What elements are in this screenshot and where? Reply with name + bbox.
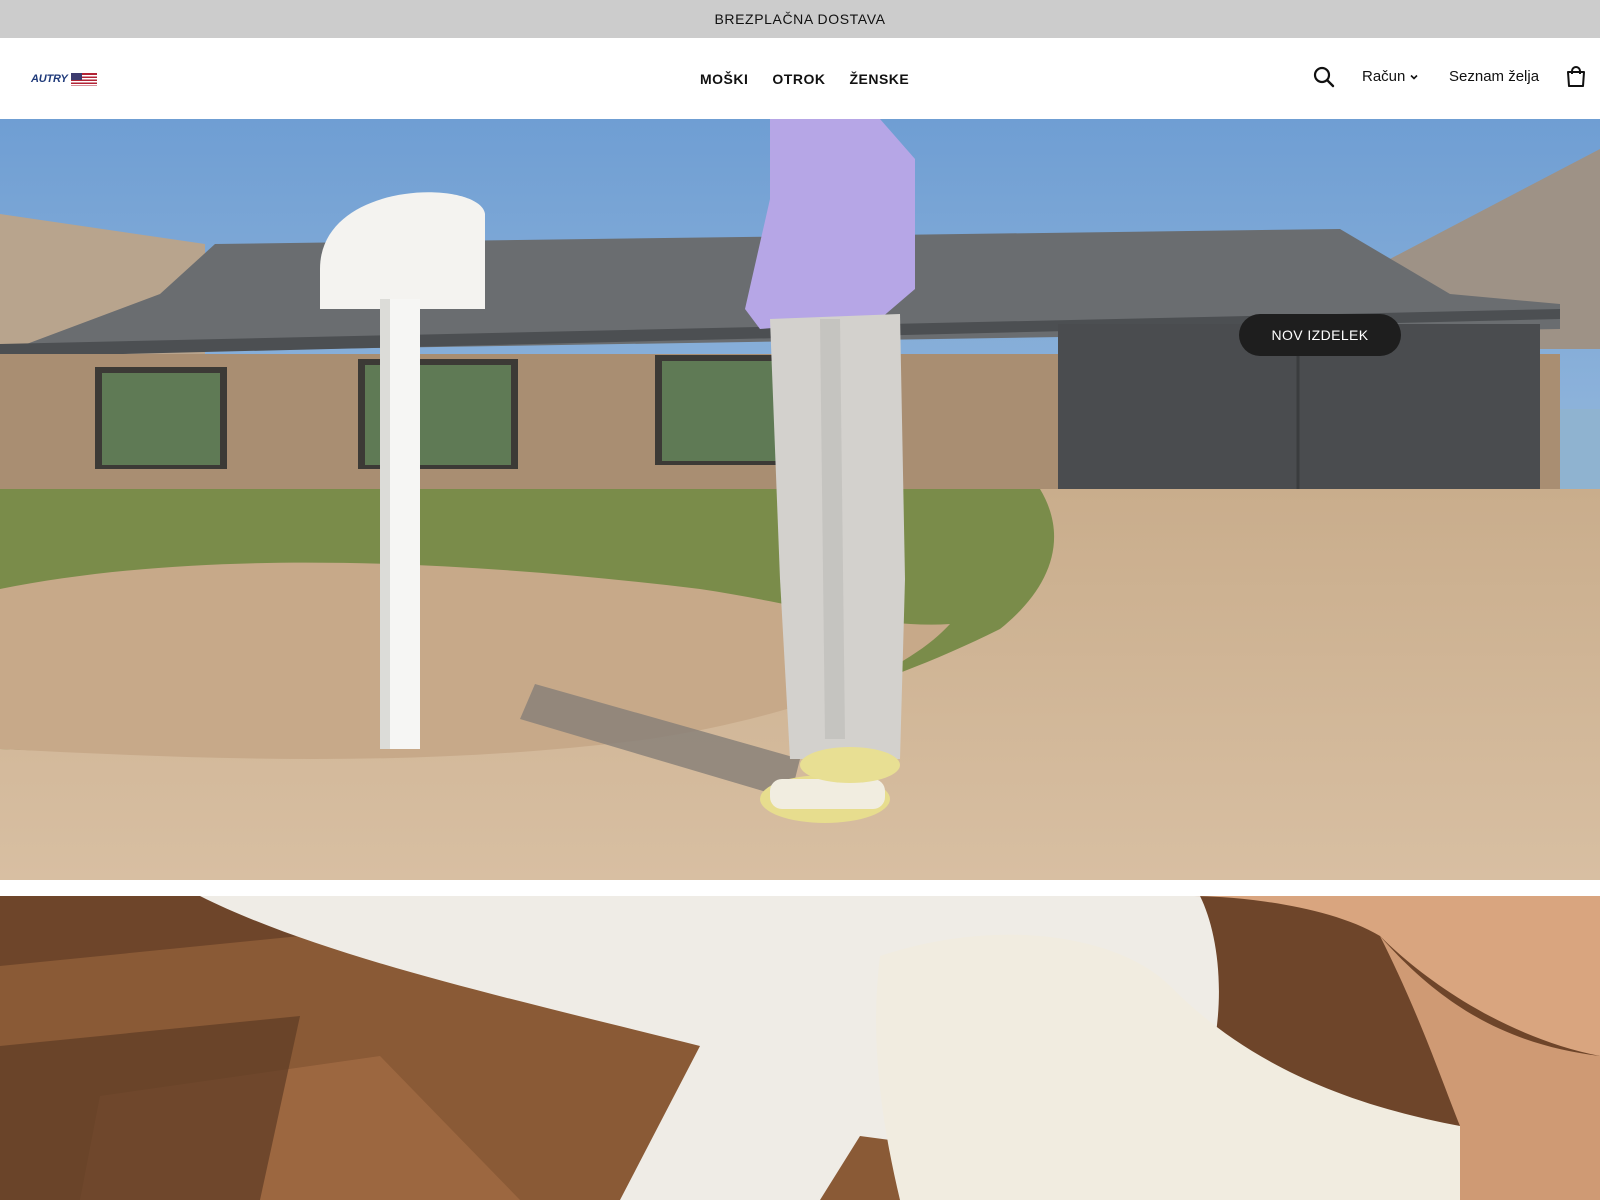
site-header: AUTRY MOŠKI OTROK ŽENSKE Račun Seznam že… (0, 38, 1600, 119)
hero-banner[interactable]: NOV IZDELEK (0, 119, 1600, 880)
account-label: Račun (1362, 68, 1406, 85)
search-icon[interactable] (1313, 66, 1335, 88)
account-menu[interactable]: Račun (1362, 68, 1419, 85)
nav-item-zenske[interactable]: ŽENSKE (849, 71, 909, 87)
logo-text: AUTRY (31, 72, 68, 85)
nav-item-moski[interactable]: MOŠKI (700, 71, 748, 87)
header-utilities: Račun Seznam želja (1200, 38, 1600, 119)
chevron-down-icon (1410, 74, 1418, 80)
socks-image (0, 896, 1600, 1200)
main-nav: MOŠKI OTROK ŽENSKE (700, 38, 933, 119)
hero-image (0, 119, 1600, 880)
new-product-badge[interactable]: NOV IZDELEK (1239, 314, 1401, 356)
wishlist-link[interactable]: Seznam želja (1449, 68, 1539, 85)
announcement-bar: BREZPLAČNA DOSTAVA (0, 0, 1600, 38)
us-flag-icon (70, 72, 97, 86)
socks-banner[interactable] (0, 896, 1600, 1200)
shopping-bag-icon[interactable] (1566, 66, 1586, 88)
logo[interactable]: AUTRY (31, 71, 101, 87)
nav-item-otrok[interactable]: OTROK (772, 71, 825, 87)
announcement-text: BREZPLAČNA DOSTAVA (714, 11, 886, 27)
